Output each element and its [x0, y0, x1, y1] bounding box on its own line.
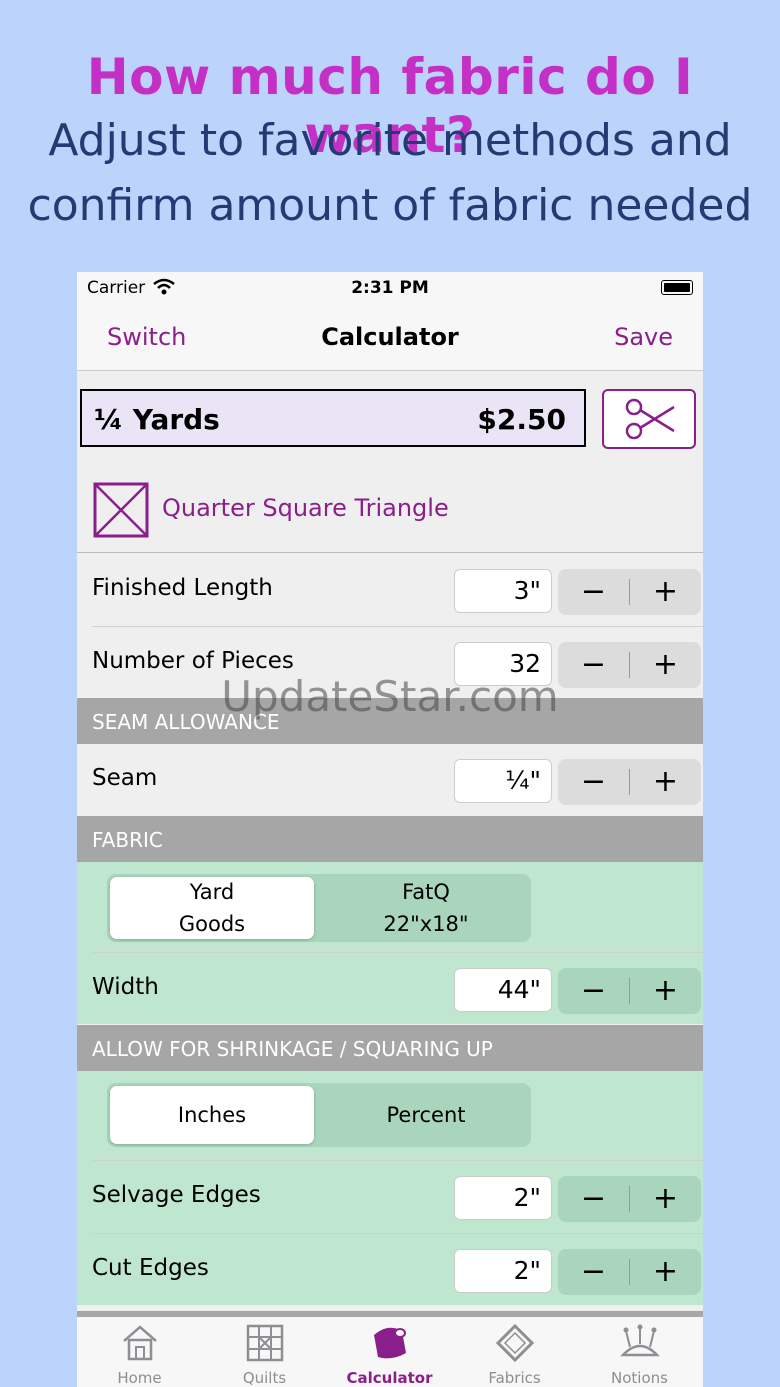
minus-icon[interactable]: − [558, 759, 629, 805]
segment-label: 22"x18" [383, 912, 469, 936]
tab-label: Home [117, 1369, 162, 1387]
number-of-pieces-label: Number of Pieces [92, 648, 294, 674]
selvage-edges-label: Selvage Edges [92, 1182, 261, 1208]
cut-edges-field[interactable]: 2" [454, 1249, 552, 1293]
seam-stepper: − + [558, 759, 701, 805]
tab-notions[interactable]: Notions [577, 1317, 702, 1387]
selvage-edges-field[interactable]: 2" [454, 1176, 552, 1220]
promo-subtitle-line1: Adjust to favorite methods and [48, 115, 732, 166]
row-divider [92, 1160, 703, 1161]
tab-calculator[interactable]: Calculator [327, 1317, 452, 1387]
fabric-result: ¼ Yards $2.50 [80, 389, 586, 447]
row-divider [92, 952, 703, 953]
row-divider [92, 626, 703, 627]
watermark: UpdateStar.com [221, 672, 559, 721]
block-selector[interactable]: Quarter Square Triangle [77, 470, 703, 553]
tab-bar: Home Quilts Calculator Fabrics Notions [77, 1311, 703, 1387]
status-time: 2:31 PM [351, 278, 429, 298]
selvage-edges-stepper: − + [558, 1176, 701, 1222]
segment-label: Goods [178, 912, 246, 936]
shrinkage-section: Inches Percent Selvage Edges 2" − + Cut … [77, 1071, 703, 1305]
width-field[interactable]: 44" [454, 968, 552, 1012]
quarter-square-triangle-icon [93, 482, 149, 538]
fabric-bolt-icon [374, 1327, 406, 1359]
tab-label: Notions [611, 1369, 668, 1387]
plus-icon[interactable]: + [630, 759, 701, 805]
minus-icon[interactable]: − [558, 1249, 629, 1295]
segment-label: Percent [386, 1103, 466, 1127]
plus-icon[interactable]: + [630, 1176, 701, 1222]
section-title: FABRIC [92, 828, 163, 852]
shrinkage-unit-segmented-control: Inches Percent [107, 1083, 531, 1147]
segment-percent[interactable]: Percent [324, 1086, 528, 1144]
pincushion-icon [620, 1324, 660, 1357]
cut-edges-label: Cut Edges [92, 1255, 209, 1281]
page-title: Calculator [321, 323, 459, 351]
save-button[interactable]: Save [614, 323, 673, 351]
cut-edges-row: Cut Edges 2" − + [77, 1235, 703, 1307]
seam-label: Seam [92, 765, 158, 791]
status-bar: Carrier 2:31 PM [77, 272, 703, 306]
finished-length-label: Finished Length [92, 575, 273, 601]
fabric-section: Yard Goods FatQ 22"x18" Width 44" − + [77, 862, 703, 1024]
tab-label: Quilts [242, 1369, 287, 1387]
segment-label: FatQ [402, 880, 450, 904]
section-header-shrinkage: ALLOW FOR SHRINKAGE / SQUARING UP [77, 1025, 703, 1071]
result-price: $2.50 [477, 403, 566, 436]
fabric-type-segmented-control: Yard Goods FatQ 22"x18" [107, 874, 531, 942]
segment-inches[interactable]: Inches [110, 1086, 314, 1144]
width-stepper: − + [558, 968, 701, 1014]
seam-row: Seam ¼" − + [77, 745, 703, 817]
quilt-block-icon [246, 1324, 284, 1362]
navigation-bar: Switch Calculator Save [77, 306, 703, 371]
minus-icon[interactable]: − [558, 1176, 629, 1222]
home-icon [123, 1325, 157, 1361]
promo-subtitle-line2: confirm amount of fabric needed [27, 180, 753, 231]
seam-field[interactable]: ¼" [454, 759, 552, 803]
finished-length-field[interactable]: 3" [454, 569, 552, 613]
finished-length-stepper: − + [558, 569, 701, 615]
width-row: Width 44" − + [77, 954, 703, 1026]
section-header-fabric: FABRIC [77, 816, 703, 862]
plus-icon[interactable]: + [630, 569, 701, 615]
tab-home[interactable]: Home [77, 1317, 202, 1387]
segment-label: Inches [177, 1103, 247, 1127]
plus-icon[interactable]: + [630, 1249, 701, 1295]
scissors-icon [625, 398, 675, 440]
fabric-diamond-icon [495, 1323, 535, 1363]
selvage-edges-row: Selvage Edges 2" − + [77, 1162, 703, 1234]
width-label: Width [92, 974, 159, 1000]
segment-fatq[interactable]: FatQ 22"x18" [324, 877, 528, 939]
tab-quilts[interactable]: Quilts [202, 1317, 327, 1387]
battery-icon [661, 280, 693, 295]
row-divider [92, 1233, 703, 1234]
segment-yard-goods[interactable]: Yard Goods [110, 877, 314, 939]
section-title: ALLOW FOR SHRINKAGE / SQUARING UP [92, 1037, 493, 1061]
cut-edges-stepper: − + [558, 1249, 701, 1295]
tab-label: Fabrics [488, 1369, 541, 1387]
block-name: Quarter Square Triangle [162, 494, 449, 522]
tab-fabrics[interactable]: Fabrics [452, 1317, 577, 1387]
plus-icon[interactable]: + [630, 968, 701, 1014]
minus-icon[interactable]: − [558, 968, 629, 1014]
phone-screen: Carrier 2:31 PM Switch Calculator Save ¼… [77, 272, 703, 1387]
segment-label: Yard [189, 880, 235, 904]
result-quantity: ¼ Yards [94, 403, 220, 436]
minus-icon[interactable]: − [558, 569, 629, 615]
cut-button[interactable] [602, 389, 696, 449]
finished-length-row: Finished Length 3" − + [77, 555, 703, 627]
tab-label: Calculator [346, 1369, 433, 1387]
